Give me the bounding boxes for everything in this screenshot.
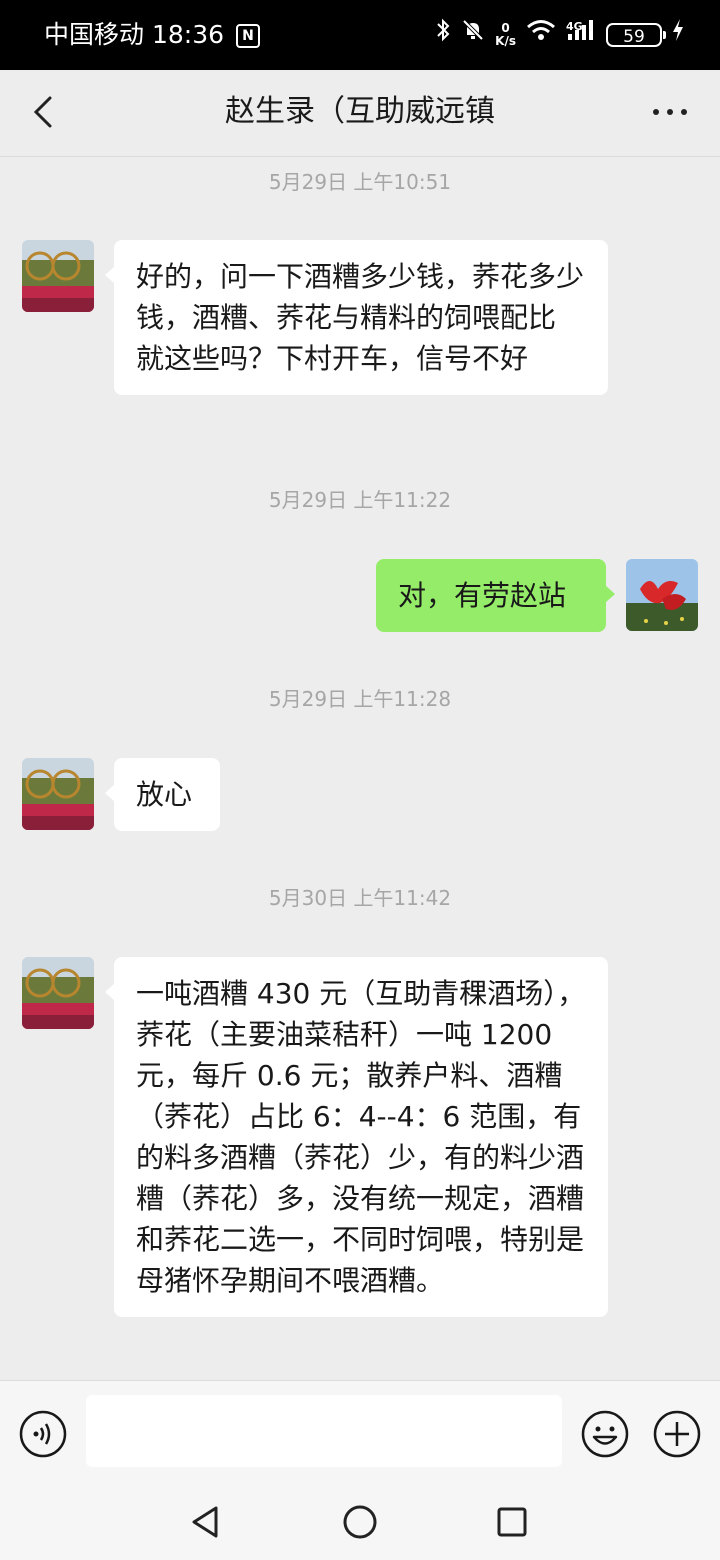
nfc-icon: N	[235, 24, 260, 48]
network-type: 4G	[566, 19, 583, 33]
avatar-image	[22, 240, 94, 312]
status-right: 0 K/s 4G 59	[435, 18, 684, 52]
nav-home-button[interactable]	[340, 1502, 380, 1542]
net-speed-unit: K/s	[495, 34, 516, 48]
more-dots-icon	[653, 109, 687, 115]
emoji-icon	[581, 1410, 629, 1458]
message-bubble-outgoing[interactable]: 对，有劳赵站	[376, 559, 615, 632]
emoji-button[interactable]	[581, 1410, 629, 1458]
nav-back-button[interactable]	[186, 1502, 226, 1542]
timestamp: 5月30日 上午11:42	[268, 886, 452, 910]
message-input[interactable]	[86, 1395, 562, 1467]
more-functions-button[interactable]	[653, 1410, 701, 1458]
nav-home-icon	[343, 1505, 377, 1539]
net-speed: 0 K/s	[495, 22, 516, 48]
contact-avatar[interactable]	[22, 240, 94, 312]
system-nav-bar	[0, 1480, 720, 1560]
timestamp: 5月29日 上午11:22	[268, 488, 452, 512]
battery-indicator: 59	[606, 23, 666, 47]
voice-icon	[19, 1410, 67, 1458]
status-left: 中国移动 18:36 N	[44, 18, 260, 52]
my-avatar[interactable]	[626, 559, 698, 631]
avatar-image	[22, 758, 94, 830]
nav-recent-icon	[497, 1507, 527, 1537]
message-bubble-incoming[interactable]: 一吨酒糟 430 元（互助青稞酒场），荞花（主要油菜秸秆）一吨 1200 元，每…	[105, 957, 608, 1317]
avatar-image	[626, 559, 698, 631]
mute-bell-icon	[461, 18, 485, 53]
status-bar: 中国移动 18:36 N 0 K/s 4G 59	[0, 0, 720, 70]
wifi-icon	[526, 18, 556, 53]
nav-recent-button[interactable]	[492, 1502, 532, 1542]
message-bubble-incoming[interactable]: 放心	[105, 758, 220, 831]
chat-title: 赵生录（互助威远镇	[225, 94, 495, 129]
contact-avatar[interactable]	[22, 957, 94, 1029]
voice-button[interactable]	[19, 1410, 67, 1458]
timestamp: 5月29日 上午10:51	[268, 170, 452, 194]
message-list[interactable]: 5月29日 上午10:51 好的，问一下酒糟多少钱，荞花多少钱，酒糟、荞花与精料…	[0, 157, 720, 1380]
carrier-label: 中国移动	[44, 20, 145, 49]
net-speed-value: 0	[501, 21, 510, 35]
nav-back-icon	[192, 1506, 218, 1538]
chat-header: 赵生录（互助威远镇	[0, 70, 720, 157]
timestamp: 5月29日 上午11:28	[268, 687, 452, 711]
input-bar	[0, 1380, 720, 1481]
charging-icon	[672, 18, 684, 53]
bluetooth-icon	[435, 18, 451, 53]
message-bubble-incoming[interactable]: 好的，问一下酒糟多少钱，荞花多少钱，酒糟、荞花与精料的饲喂配比 就这些吗？下村开…	[105, 240, 608, 395]
contact-avatar[interactable]	[22, 758, 94, 830]
plus-icon	[653, 1410, 701, 1458]
more-button[interactable]	[650, 94, 690, 130]
avatar-image	[22, 957, 94, 1029]
clock: 18:36	[151, 20, 225, 49]
signal-icon: 4G	[566, 18, 596, 53]
